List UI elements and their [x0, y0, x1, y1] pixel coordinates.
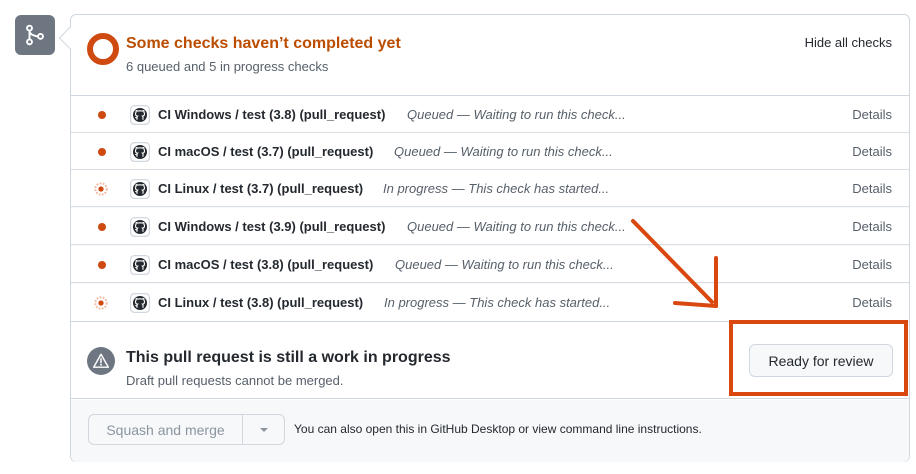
check-row: CI Linux / test (3.8) (pull_request) In …: [71, 284, 909, 321]
check-description: Queued — Waiting to run this check...: [394, 144, 613, 159]
github-icon: [130, 217, 150, 237]
check-name: CI Windows / test (3.9) (pull_request): [158, 219, 386, 234]
merge-box: Some checks haven’t completed yet 6 queu…: [70, 14, 910, 462]
check-name: CI Linux / test (3.7) (pull_request): [158, 181, 364, 196]
check-details-link[interactable]: Details: [852, 107, 892, 122]
pending-status-icon: [87, 33, 119, 65]
check-details-link[interactable]: Details: [852, 181, 892, 196]
checks-status-title: Some checks haven’t completed yet: [126, 35, 401, 52]
queued-dot-icon: [98, 111, 106, 119]
check-description: Queued — Waiting to run this check...: [407, 219, 626, 234]
check-details-link[interactable]: Details: [852, 295, 892, 310]
check-name: CI macOS / test (3.7) (pull_request): [158, 144, 374, 159]
checks-status-summary: 6 queued and 5 in progress checks: [126, 59, 329, 74]
check-description: In progress — This check has started...: [383, 181, 610, 196]
checks-status-header: Some checks haven’t completed yet 6 queu…: [71, 15, 909, 95]
in-progress-spinner-icon: [94, 182, 108, 196]
queued-dot-icon: [98, 261, 106, 269]
check-name: CI macOS / test (3.8) (pull_request): [158, 257, 374, 272]
check-description: In progress — This check has started...: [384, 295, 611, 310]
github-icon: [130, 142, 150, 162]
check-description: Queued — Waiting to run this check...: [407, 107, 626, 122]
alert-icon: [87, 347, 115, 375]
merge-help-text: You can also open this in GitHub Desktop…: [294, 422, 702, 436]
check-row: CI macOS / test (3.7) (pull_request) Que…: [71, 133, 909, 170]
check-name: CI Linux / test (3.8) (pull_request): [158, 295, 364, 310]
checks-list: CI Windows / test (3.8) (pull_request) Q…: [71, 95, 909, 322]
github-icon: [130, 179, 150, 199]
check-row: CI Windows / test (3.8) (pull_request) Q…: [71, 96, 909, 133]
squash-and-merge-button[interactable]: Squash and merge: [88, 414, 243, 445]
in-progress-spinner-icon: [94, 296, 108, 310]
check-row: CI Windows / test (3.9) (pull_request) Q…: [71, 208, 909, 245]
hide-all-checks-button[interactable]: Hide all checks: [805, 35, 892, 50]
ready-for-review-button[interactable]: Ready for review: [749, 344, 893, 377]
queued-dot-icon: [98, 223, 106, 231]
check-details-link[interactable]: Details: [852, 257, 892, 272]
github-icon: [130, 255, 150, 275]
github-icon: [130, 293, 150, 313]
check-name: CI Windows / test (3.8) (pull_request): [158, 107, 386, 122]
check-details-link[interactable]: Details: [852, 144, 892, 159]
merge-note-middle: or view: [515, 422, 560, 436]
check-row: CI macOS / test (3.8) (pull_request) Que…: [71, 246, 909, 283]
merge-method-dropdown[interactable]: [242, 414, 285, 445]
merge-actions: Squash and merge You can also open this …: [71, 400, 909, 462]
git-merge-icon: [15, 15, 55, 55]
merge-note-prefix: You can also: [294, 422, 366, 436]
draft-status-title: This pull request is still a work in pro…: [126, 349, 451, 366]
check-details-link[interactable]: Details: [852, 219, 892, 234]
draft-status-subtitle: Draft pull requests cannot be merged.: [126, 373, 344, 388]
caret-down-icon: [259, 427, 268, 432]
github-icon: [130, 105, 150, 125]
check-description: Queued — Waiting to run this check...: [395, 257, 614, 272]
draft-status-section: This pull request is still a work in pro…: [71, 323, 909, 399]
check-row: CI Linux / test (3.7) (pull_request) In …: [71, 170, 909, 207]
merge-note-suffix: .: [698, 422, 702, 436]
command-line-instructions-link[interactable]: command line instructions: [560, 422, 699, 436]
queued-dot-icon: [98, 148, 106, 156]
open-in-desktop-link[interactable]: open this in GitHub Desktop: [366, 422, 515, 436]
